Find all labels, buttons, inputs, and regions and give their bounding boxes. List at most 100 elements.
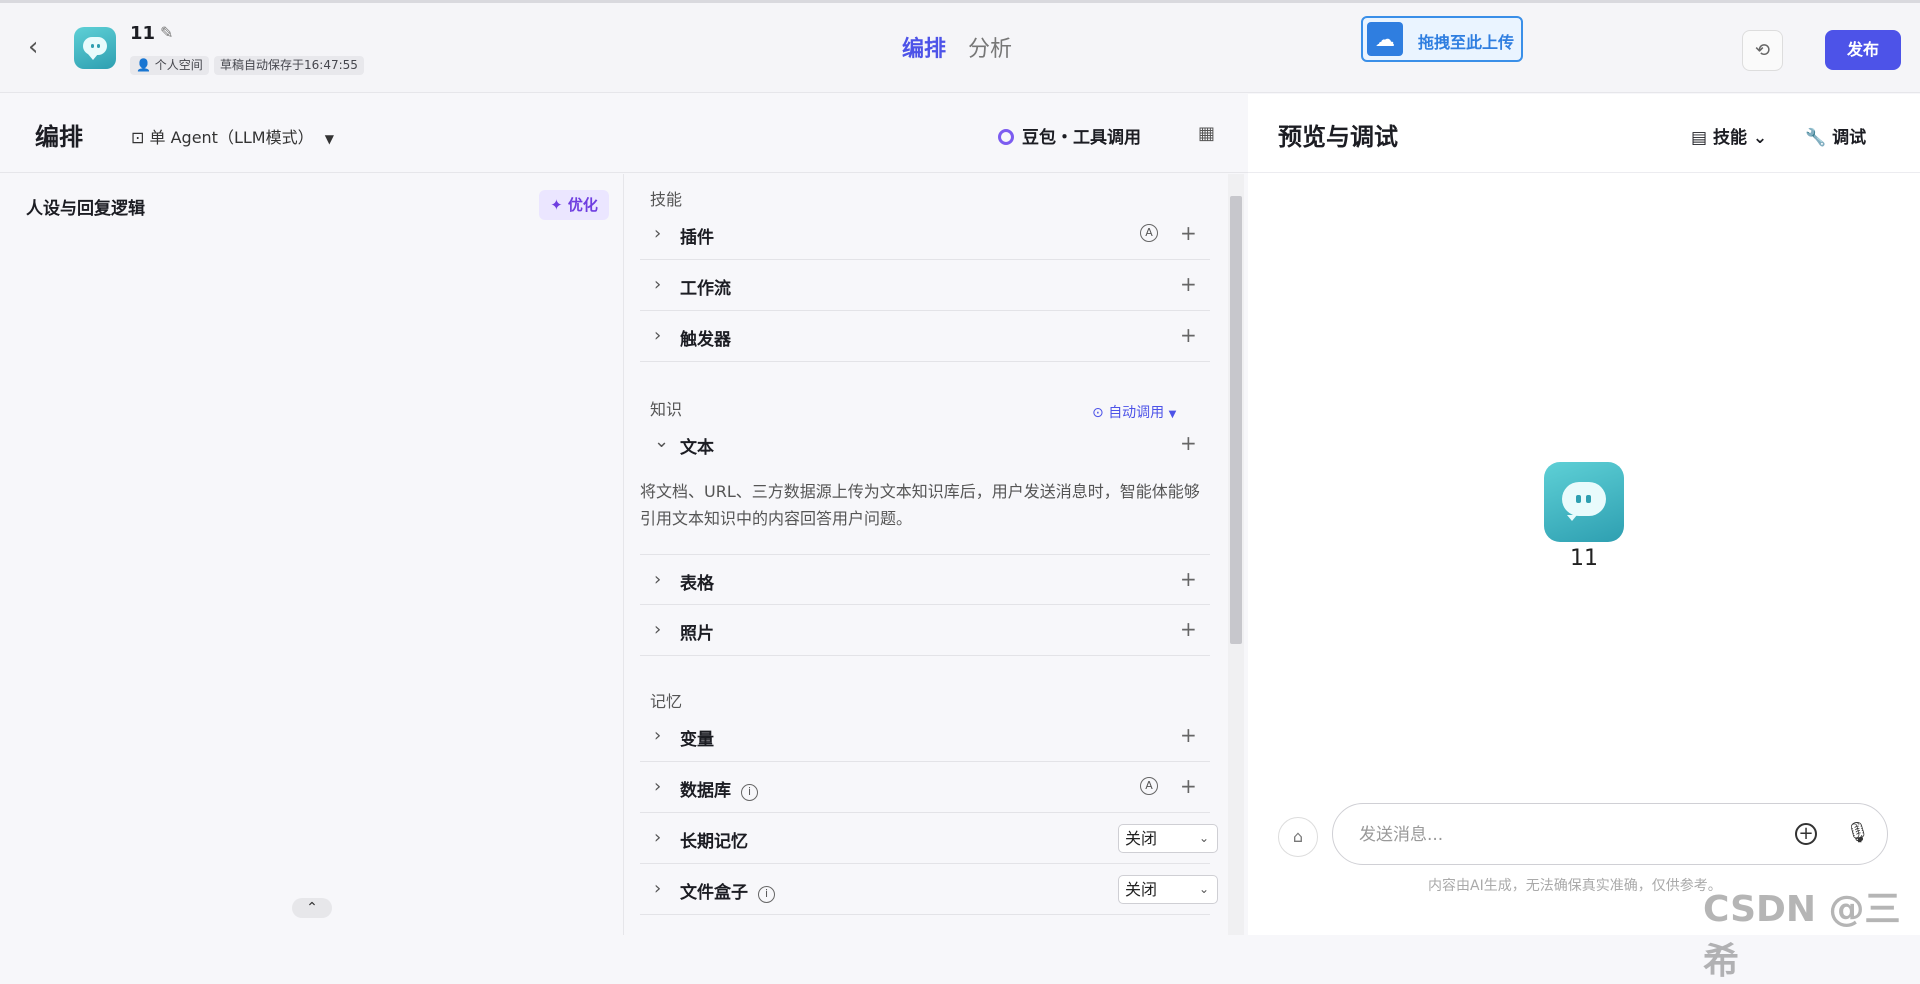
chevron-down-icon[interactable]: ⌄ bbox=[654, 431, 669, 452]
caret-down-icon: ▼ bbox=[324, 132, 334, 146]
microphone-icon[interactable]: 🎙 bbox=[1845, 820, 1870, 844]
history-icon: ⟲ bbox=[1754, 40, 1771, 61]
clear-context-button[interactable]: ⌂ bbox=[1278, 817, 1318, 857]
back-icon[interactable]: ‹ bbox=[28, 34, 52, 60]
text-row[interactable]: ⌄ 文本 + bbox=[640, 419, 1210, 470]
text-description: 将文档、URL、三方数据源上传为文本知识库后，用户发送消息时，智能体能够引用文本… bbox=[640, 482, 1200, 528]
space-badge: 👤 个人空间 bbox=[130, 56, 209, 75]
filebox-value: 关闭 bbox=[1125, 880, 1158, 899]
add-attachment-icon[interactable]: + bbox=[1795, 823, 1817, 845]
bot-avatar bbox=[74, 27, 116, 69]
add-plugin-icon[interactable]: + bbox=[1180, 221, 1197, 245]
space-label: 个人空间 bbox=[154, 58, 203, 72]
agent-mode-select[interactable]: ⊡ 单 Agent（LLM模式） ▼ bbox=[131, 124, 334, 148]
variable-label: 变量 bbox=[680, 730, 714, 750]
add-trigger-icon[interactable]: + bbox=[1180, 323, 1197, 347]
add-database-icon[interactable]: + bbox=[1180, 774, 1197, 798]
memory-title: 记忆 bbox=[650, 692, 683, 711]
document-icon: ▤ bbox=[1691, 128, 1708, 148]
upload-label: 拖拽至此上传 bbox=[1418, 33, 1515, 52]
collapse-button[interactable]: ⌃ bbox=[292, 898, 332, 918]
long-memory-row[interactable]: › 长期记忆 关闭 ⌄ bbox=[640, 813, 1218, 864]
chevron-right-icon[interactable]: › bbox=[654, 827, 661, 848]
agent-mode-icon: ⊡ bbox=[131, 128, 145, 147]
filebox-label: 文件盒子 bbox=[680, 883, 748, 903]
message-input-box[interactable]: + 🎙 bbox=[1332, 803, 1888, 865]
chevron-right-icon[interactable]: › bbox=[654, 725, 661, 746]
skill-dropdown[interactable]: ▤ 技能 ⌄ bbox=[1691, 123, 1767, 148]
database-label: 数据库 bbox=[680, 781, 731, 801]
bot-name: 11 bbox=[130, 23, 156, 44]
workflow-row[interactable]: › 工作流 + bbox=[640, 260, 1210, 311]
wrench-icon: 🔧 bbox=[1805, 128, 1827, 148]
persona-section: 人设与回复逻辑 ✦ 优化 ⌃ bbox=[0, 174, 624, 935]
long-memory-label: 长期记忆 bbox=[680, 832, 748, 852]
chevron-down-icon: ⌄ bbox=[1752, 128, 1768, 148]
info-icon[interactable]: i bbox=[741, 784, 758, 801]
chevron-right-icon[interactable]: › bbox=[654, 274, 661, 295]
table-row[interactable]: › 表格 + bbox=[640, 554, 1210, 605]
tab-arrange[interactable]: 编排 bbox=[902, 31, 946, 63]
layout-grid-icon[interactable]: ▦ bbox=[1198, 123, 1215, 144]
publish-button[interactable]: 发布 bbox=[1825, 30, 1901, 70]
chat-bubble-icon bbox=[1562, 482, 1606, 521]
info-icon[interactable]: i bbox=[758, 886, 775, 903]
ai-disclaimer: 内容由AI生成，无法确保真实准确，仅供参考。 bbox=[1428, 878, 1722, 894]
add-variable-icon[interactable]: + bbox=[1180, 723, 1197, 747]
arrange-header: 编排 ⊡ 单 Agent（LLM模式） ▼ 豆包・工具调用 ▦ bbox=[0, 94, 1248, 173]
text-label: 文本 bbox=[680, 438, 714, 458]
edit-icon[interactable]: ✎ bbox=[160, 23, 173, 42]
trigger-row[interactable]: › 触发器 + bbox=[640, 311, 1210, 362]
chevron-right-icon[interactable]: › bbox=[654, 223, 661, 244]
table-label: 表格 bbox=[680, 574, 714, 594]
variable-row[interactable]: › 变量 + bbox=[640, 711, 1210, 762]
doubao-logo-icon bbox=[998, 129, 1014, 145]
add-workflow-icon[interactable]: + bbox=[1180, 272, 1197, 296]
chevron-right-icon[interactable]: › bbox=[654, 776, 661, 797]
photo-row[interactable]: › 照片 + bbox=[640, 605, 1210, 656]
photo-label: 照片 bbox=[680, 624, 714, 644]
scrollbar-thumb[interactable] bbox=[1230, 196, 1242, 644]
tab-analysis[interactable]: 分析 bbox=[968, 31, 1012, 63]
chevron-right-icon[interactable]: › bbox=[654, 569, 661, 590]
filebox-row[interactable]: › 文件盒子 i 关闭 ⌄ bbox=[640, 864, 1218, 915]
filebox-select[interactable]: 关闭 ⌄ bbox=[1118, 875, 1218, 904]
upload-drop-zone[interactable]: ☁ 拖拽至此上传 bbox=[1361, 16, 1523, 62]
long-memory-value: 关闭 bbox=[1125, 829, 1158, 848]
history-button[interactable]: ⟲ bbox=[1742, 30, 1783, 71]
long-memory-select[interactable]: 关闭 ⌄ bbox=[1118, 824, 1218, 853]
optimize-label: 优化 bbox=[567, 196, 598, 214]
skill-label: 技能 bbox=[1712, 128, 1747, 148]
autosave-badge: 草稿自动保存于16:47:55 bbox=[214, 56, 364, 75]
chevron-down-icon: ⌄ bbox=[1198, 831, 1209, 845]
agent-mode-label: 单 Agent（LLM模式） bbox=[149, 128, 314, 147]
chevron-down-icon: ⌄ bbox=[1198, 882, 1209, 896]
add-table-icon[interactable]: + bbox=[1180, 567, 1197, 591]
auto-icon[interactable]: A bbox=[1140, 224, 1158, 242]
model-select[interactable]: 豆包・工具调用 bbox=[998, 123, 1141, 148]
knowledge-title: 知识 bbox=[650, 400, 683, 419]
preview-panel: 预览与调试 ▤ 技能 ⌄ 🔧 调试 11 ⌂ + 🎙 内容由AI生成，无法确保真… bbox=[1248, 94, 1920, 935]
model-label: 豆包・工具调用 bbox=[1022, 128, 1141, 148]
top-bar: ‹ 11 ✎ 👤 个人空间 草稿自动保存于16:47:55 编排 分析 ☁ 拖拽… bbox=[0, 0, 1920, 93]
add-photo-icon[interactable]: + bbox=[1180, 617, 1197, 641]
persona-title: 人设与回复逻辑 bbox=[26, 199, 145, 219]
arrange-panel: 编排 ⊡ 单 Agent（LLM模式） ▼ 豆包・工具调用 ▦ 人设与回复逻辑 … bbox=[0, 94, 1248, 935]
chevron-right-icon[interactable]: › bbox=[654, 619, 661, 640]
chevron-right-icon[interactable]: › bbox=[654, 325, 661, 346]
preview-title: 预览与调试 bbox=[1278, 123, 1398, 151]
preview-bot-name: 11 bbox=[1570, 546, 1598, 571]
optimize-button[interactable]: ✦ 优化 bbox=[539, 190, 609, 220]
sparkle-icon: ✦ bbox=[550, 196, 563, 214]
chevron-right-icon[interactable]: › bbox=[654, 878, 661, 899]
skills-section: 技能 › 插件 A + › 工作流 + › 触发器 + 知识 ⊙ 自动调用 ▼ … bbox=[626, 174, 1234, 935]
broom-icon: ⌂ bbox=[1292, 827, 1304, 846]
add-text-icon[interactable]: + bbox=[1180, 431, 1197, 455]
debug-button[interactable]: 🔧 调试 bbox=[1805, 123, 1866, 148]
message-input[interactable] bbox=[1359, 822, 1779, 848]
arrange-title: 编排 bbox=[35, 123, 83, 151]
chat-bubble-icon bbox=[83, 37, 107, 60]
database-row[interactable]: › 数据库 i A + bbox=[640, 762, 1210, 813]
plugin-row[interactable]: › 插件 A + bbox=[640, 209, 1210, 260]
auto-icon[interactable]: A bbox=[1140, 777, 1158, 795]
